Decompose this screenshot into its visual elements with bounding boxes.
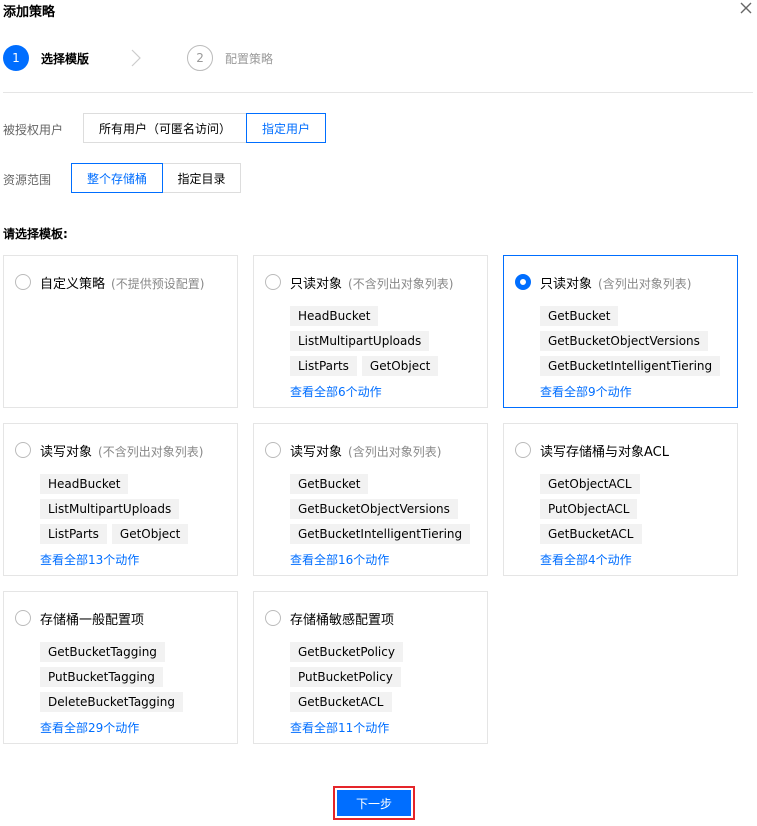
template-card[interactable]: 只读对象 (不含列出对象列表) HeadBucket ListMultipartUpl…: [253, 255, 488, 408]
action-tag: GetBucket: [540, 306, 619, 326]
template-title: 存储桶敏感配置项: [290, 609, 394, 628]
template-title-text: 存储桶敏感配置项: [290, 613, 395, 628]
action-tag: GetObjectACL: [540, 474, 640, 494]
template-subtitle: (不含列出对象列表): [98, 445, 204, 459]
templates-title: 请选择模板:: [3, 227, 68, 241]
step-1-label: 选择模版: [41, 51, 90, 66]
action-tag: GetBucketTagging: [40, 642, 165, 662]
action-tag: PutBucketPolicy: [290, 667, 401, 687]
template-title-text: 存储桶一般配置项: [40, 613, 145, 628]
template-card[interactable]: 读写对象 (含列出对象列表) GetBucket GetBucketObjectVer…: [253, 423, 488, 576]
radio-unchecked-icon[interactable]: [15, 442, 31, 458]
action-tag-list: GetBucketPolicy PutBucketPolicy GetBucketA…: [290, 642, 485, 717]
template-subtitle: (含列出对象列表): [348, 445, 442, 459]
action-tag: GetBucketObjectVersions: [290, 499, 458, 519]
template-card[interactable]: 存储桶一般配置项 GetBucketTagging PutBucketTagging…: [3, 591, 238, 744]
action-tag-list: HeadBucket ListMultipartUploads ListParts G…: [290, 306, 485, 381]
action-tag-list: GetBucketTagging PutBucketTagging DeleteBu…: [40, 642, 235, 717]
view-all-actions-link[interactable]: 查看全部4个动作: [540, 551, 632, 568]
action-tag: HeadBucket: [40, 474, 129, 494]
option-whole-bucket[interactable]: 整个存储桶: [71, 163, 163, 193]
step-1-number: 1: [3, 45, 29, 71]
step-2-number: 2: [187, 45, 214, 71]
template-subtitle: (不含列出对象列表): [348, 277, 454, 291]
resource-scope-label: 资源范围: [3, 173, 52, 187]
template-card[interactable]: 存储桶敏感配置项 GetBucketPolicy PutBucketPolicy Ge…: [253, 591, 488, 744]
action-tag: GetBucketPolicy: [290, 642, 403, 662]
step-2-label: 配置策略: [225, 51, 274, 66]
template-card[interactable]: 自定义策略 (不提供预设配置): [3, 255, 238, 408]
action-tag: ListMultipartUploads: [40, 499, 180, 519]
template-title-text: 只读对象: [540, 277, 593, 292]
template-card[interactable]: 读写对象 (不含列出对象列表) HeadBucket ListMultipartUpl…: [3, 423, 238, 576]
template-title-text: 只读对象: [290, 277, 343, 292]
template-title: 读写存储桶与对象ACL: [540, 441, 669, 460]
next-button-highlight: 下一步: [333, 786, 415, 820]
action-tag-list: HeadBucket ListMultipartUploads ListParts G…: [40, 474, 235, 549]
view-all-actions-link[interactable]: 查看全部13个动作: [40, 551, 139, 568]
template-title-text: 读写对象: [290, 445, 343, 460]
divider: [3, 92, 753, 93]
next-button[interactable]: 下一步: [337, 790, 411, 816]
action-tag: GetObject: [361, 356, 439, 376]
view-all-actions-link[interactable]: 查看全部9个动作: [540, 383, 632, 400]
action-tag: GetBucketIntelligentTiering: [540, 356, 721, 376]
radio-checked-icon[interactable]: [515, 274, 531, 290]
template-title: 读写对象 (不含列出对象列表): [40, 441, 203, 460]
action-tag-list: GetObjectACL PutObjectACL GetBucketACL: [540, 474, 735, 549]
radio-unchecked-icon[interactable]: [15, 274, 31, 290]
action-tag: ListMultipartUploads: [290, 331, 430, 351]
dialog-title: 添加策略: [3, 5, 56, 20]
action-tag: GetBucketObjectVersions: [540, 331, 708, 351]
resource-scope-selector: 整个存储桶 指定目录: [71, 163, 241, 193]
option-all-users[interactable]: 所有用户（可匿名访问）: [83, 113, 247, 143]
template-title: 只读对象 (含列出对象列表): [540, 273, 691, 292]
action-tag: GetBucket: [290, 474, 369, 494]
template-title: 存储桶一般配置项: [40, 609, 144, 628]
action-tag: ListParts: [290, 356, 357, 376]
template-title-text: 读写对象: [40, 445, 93, 460]
view-all-actions-link[interactable]: 查看全部11个动作: [290, 719, 389, 736]
action-tag: PutObjectACL: [540, 499, 638, 519]
action-tag-list: GetBucket GetBucketObjectVersions GetBucke…: [540, 306, 735, 381]
action-tag: PutBucketTagging: [40, 667, 163, 687]
template-title: 读写对象 (含列出对象列表): [290, 441, 441, 460]
step-indicator: 1 选择模版 2 配置策略: [3, 45, 273, 71]
close-icon[interactable]: [738, 0, 754, 16]
action-tag: ListParts: [40, 524, 107, 544]
view-all-actions-link[interactable]: 查看全部16个动作: [290, 551, 389, 568]
action-tag-list: GetBucket GetBucketObjectVersions GetBucke…: [290, 474, 485, 549]
radio-unchecked-icon[interactable]: [265, 274, 281, 290]
option-specified-user[interactable]: 指定用户: [246, 113, 326, 143]
template-card[interactable]: 读写存储桶与对象ACL GetObjectACL PutObjectACL GetBu…: [503, 423, 738, 576]
template-card[interactable]: 只读对象 (含列出对象列表) GetBucket GetBucketObjectVer…: [503, 255, 738, 408]
authorized-user-label: 被授权用户: [3, 123, 64, 137]
template-title-text: 自定义策略: [40, 277, 106, 292]
authorized-user-selector: 所有用户（可匿名访问） 指定用户: [83, 113, 326, 143]
template-title: 自定义策略 (不提供预设配置): [40, 273, 204, 292]
template-subtitle: (含列出对象列表): [598, 277, 692, 291]
template-title-text: 读写存储桶与对象ACL: [540, 445, 669, 460]
radio-unchecked-icon[interactable]: [265, 442, 281, 458]
chevron-right-icon: [131, 49, 141, 67]
action-tag: GetBucketIntelligentTiering: [290, 524, 471, 544]
radio-unchecked-icon[interactable]: [515, 442, 531, 458]
radio-unchecked-icon[interactable]: [265, 610, 281, 626]
action-tag: GetBucketACL: [540, 524, 642, 544]
action-tag: GetBucketACL: [290, 692, 392, 712]
view-all-actions-link[interactable]: 查看全部6个动作: [290, 383, 382, 400]
action-tag: GetObject: [111, 524, 189, 544]
option-specified-directory[interactable]: 指定目录: [162, 163, 241, 193]
template-subtitle: (不提供预设配置): [111, 277, 205, 291]
action-tag: HeadBucket: [290, 306, 379, 326]
action-tag: DeleteBucketTagging: [40, 692, 183, 712]
template-title: 只读对象 (不含列出对象列表): [290, 273, 453, 292]
view-all-actions-link[interactable]: 查看全部29个动作: [40, 719, 139, 736]
radio-unchecked-icon[interactable]: [15, 610, 31, 626]
